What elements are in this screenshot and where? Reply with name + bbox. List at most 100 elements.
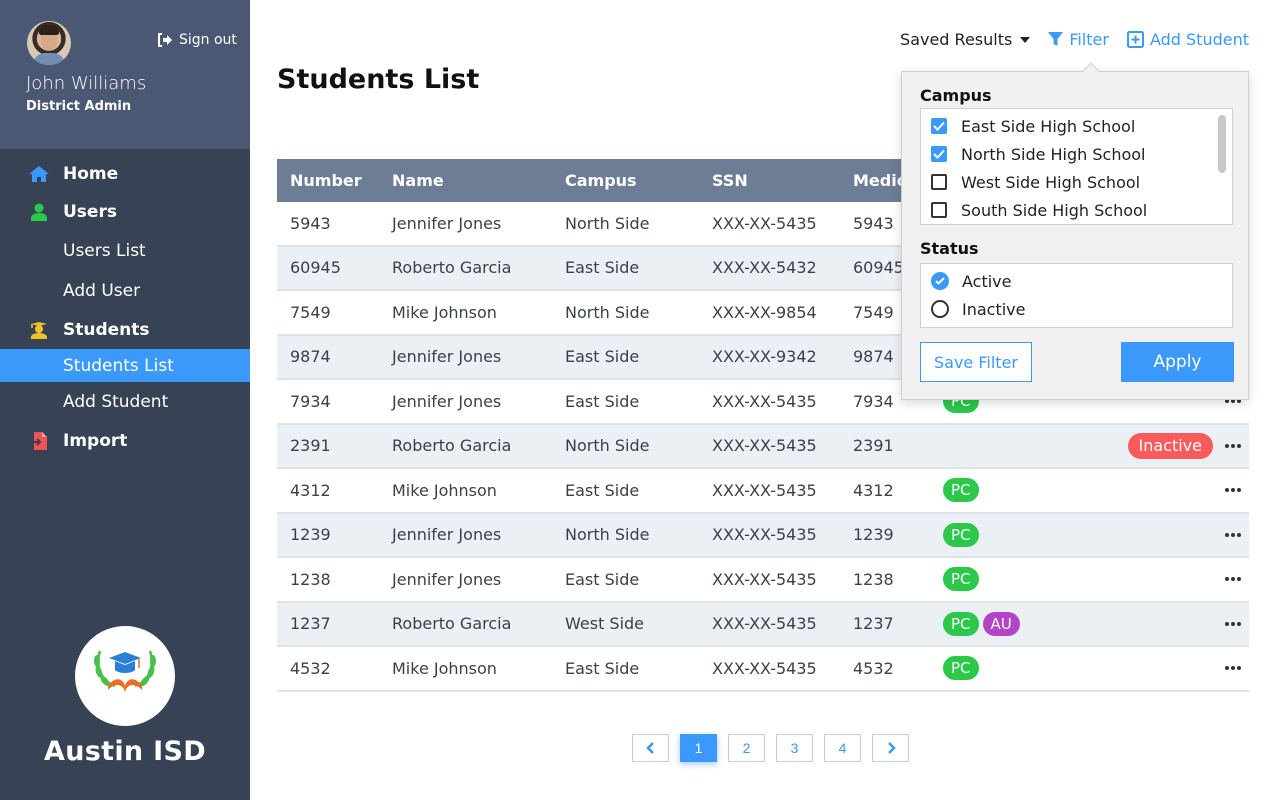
district-name: Austin ISD — [44, 736, 206, 767]
next-page-button[interactable] — [872, 734, 909, 762]
column-header-ssn[interactable]: SSN — [698, 171, 839, 190]
cell-campus: East Side — [565, 480, 640, 500]
checkbox[interactable] — [931, 202, 947, 218]
campus-option[interactable]: West Side High School — [921, 168, 1232, 196]
prev-page-button[interactable] — [632, 734, 669, 762]
cell-medic: 1239 — [853, 525, 894, 545]
cell-ssn: XXX-XX-5435 — [712, 213, 817, 233]
checkbox[interactable] — [931, 118, 947, 134]
more-options-icon[interactable] — [1225, 621, 1241, 626]
cell-ssn: XXX-XX-5435 — [712, 569, 817, 589]
sidebar-item-label: Home — [63, 164, 119, 184]
column-header-name[interactable]: Name — [378, 171, 551, 190]
radio-button[interactable] — [931, 272, 949, 290]
sidebar-item-home[interactable]: Home — [0, 155, 250, 193]
campus-list-scrollbar[interactable] — [1218, 115, 1226, 173]
cell-name: Jennifer Jones — [392, 569, 502, 589]
sidebar-item-add-student[interactable]: Add Student — [0, 382, 250, 422]
popup-arrow — [1082, 62, 1100, 80]
cell-ssn: XXX-XX-5435 — [712, 525, 817, 545]
cell-number: 7549 — [290, 302, 331, 322]
cell-medic: 1237 — [853, 614, 894, 634]
sidebar-item-label: Students — [63, 320, 150, 340]
status-option-label: Active — [962, 271, 1012, 291]
page-button-1[interactable]: 1 — [680, 734, 717, 762]
cell-number: 1238 — [290, 569, 331, 589]
sidebar-item-label: Users List — [63, 241, 146, 261]
sidebar-item-label: Users — [63, 202, 117, 222]
page-title: Students List — [277, 64, 480, 95]
campus-option-label: North Side High School — [961, 144, 1146, 164]
sign-out-label: Sign out — [179, 32, 237, 48]
cell-name: Mike Johnson — [392, 302, 497, 322]
cell-actions — [1213, 577, 1249, 582]
status-option[interactable]: Inactive — [921, 295, 1232, 323]
sidebar-item-add-user[interactable]: Add User — [0, 271, 250, 311]
campus-option[interactable]: South Side High School — [921, 196, 1232, 224]
more-options-icon[interactable] — [1225, 488, 1241, 493]
campus-option[interactable]: North Side High School — [921, 140, 1232, 168]
cell-actions — [1213, 666, 1249, 671]
toolbar: Saved Results Filter Add Student — [900, 30, 1249, 49]
column-header-number[interactable]: Number — [277, 171, 378, 190]
filter-button[interactable]: Filter — [1048, 30, 1109, 49]
table-row[interactable]: 4312 Mike Johnson East Side XXX-XX-5435 4312… — [277, 469, 1249, 514]
tag-pc: PC — [943, 656, 979, 681]
page-button-3[interactable]: 3 — [776, 734, 813, 762]
cell-tags: PC — [943, 478, 1103, 503]
pagination: 1 2 3 4 — [632, 734, 909, 762]
table-row[interactable]: 4532 Mike Johnson East Side XXX-XX-5435 4532… — [277, 647, 1249, 692]
add-student-button[interactable]: Add Student — [1126, 30, 1249, 49]
status-option-label: Inactive — [962, 299, 1026, 319]
cell-name: Roberto Garcia — [392, 436, 512, 456]
cell-name: Roberto Garcia — [392, 258, 512, 278]
table-row[interactable]: 2391 Roberto Garcia North Side XXX-XX-5435 2… — [277, 424, 1249, 469]
cell-campus: East Side — [565, 391, 640, 411]
cell-number: 7934 — [290, 391, 331, 411]
district-logo — [75, 626, 175, 726]
sidebar-item-users-list[interactable]: Users List — [0, 231, 250, 271]
more-options-icon[interactable] — [1225, 577, 1241, 582]
table-row[interactable]: 1237 Roberto Garcia West Side XXX-XX-5435 12… — [277, 602, 1249, 647]
column-header-campus[interactable]: Campus — [551, 171, 698, 190]
sidebar-item-students-list[interactable]: Students List — [0, 349, 250, 382]
cell-medic: 1238 — [853, 569, 894, 589]
cell-number: 4532 — [290, 658, 331, 678]
cell-campus: East Side — [565, 347, 640, 367]
status-option[interactable]: Active — [921, 267, 1232, 295]
page-button-2[interactable]: 2 — [728, 734, 765, 762]
cell-name: Roberto Garcia — [392, 614, 512, 634]
campus-option[interactable]: East Side High School — [921, 112, 1232, 140]
user-icon — [28, 202, 50, 222]
cell-ssn: XXX-XX-5432 — [712, 258, 817, 278]
sidebar-item-label: Import — [63, 431, 128, 451]
sidebar-item-import[interactable]: Import — [0, 422, 250, 460]
apply-button[interactable]: Apply — [1121, 342, 1234, 382]
cell-ssn: XXX-XX-5435 — [712, 658, 817, 678]
saved-results-dropdown[interactable]: Saved Results — [900, 30, 1031, 49]
cell-number: 5943 — [290, 213, 331, 233]
page-button-4[interactable]: 4 — [824, 734, 861, 762]
more-options-icon[interactable] — [1225, 443, 1241, 448]
table-row[interactable]: 1238 Jennifer Jones East Side XXX-XX-5435 12… — [277, 558, 1249, 603]
sidebar-item-users[interactable]: Users — [0, 193, 250, 231]
cell-tags: PC AU — [943, 611, 1103, 636]
sign-out-button[interactable]: Sign out — [157, 32, 237, 48]
cell-tags: PC — [943, 656, 1103, 681]
more-options-icon[interactable] — [1225, 666, 1241, 671]
checkbox[interactable] — [931, 146, 947, 162]
cell-number: 4312 — [290, 480, 331, 500]
cell-number: 9874 — [290, 347, 331, 367]
cell-ssn: XXX-XX-5435 — [712, 614, 817, 634]
table-row[interactable]: 1239 Jennifer Jones North Side XXX-XX-5435 1… — [277, 513, 1249, 558]
sidebar: Sign out John Williams District Admin Ho… — [0, 0, 250, 800]
more-options-icon[interactable] — [1225, 532, 1241, 537]
avatar — [27, 21, 71, 65]
radio-button[interactable] — [931, 300, 949, 318]
filter-popup: Campus East Side High School North Side H… — [901, 62, 1249, 400]
tag-au: AU — [982, 611, 1020, 636]
cell-number: 60945 — [290, 258, 341, 278]
checkbox[interactable] — [931, 174, 947, 190]
sidebar-item-students[interactable]: Students — [0, 311, 250, 349]
save-filter-button[interactable]: Save Filter — [920, 342, 1032, 382]
